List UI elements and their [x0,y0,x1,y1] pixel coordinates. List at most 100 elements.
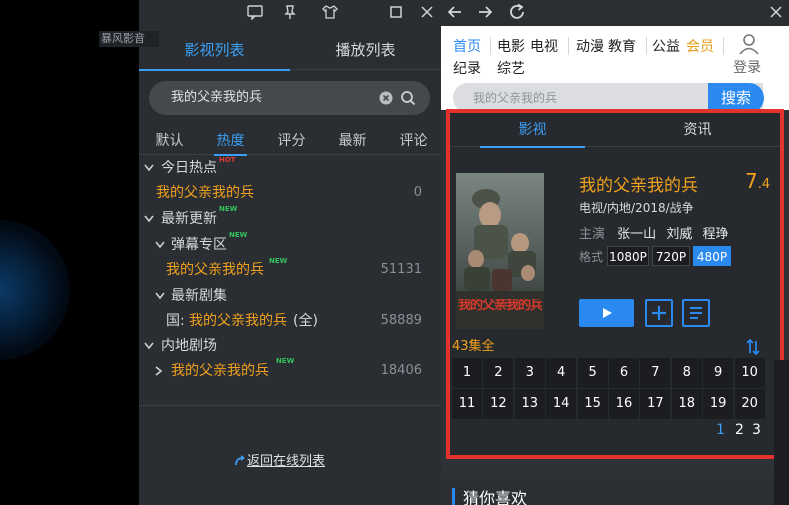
hot-badge: HOT [219,156,236,164]
scrollbar[interactable] [774,360,789,505]
episode-button[interactable]: 15 [577,389,608,419]
list-item-title: 我的父亲我的兵 [156,185,254,201]
nav-education[interactable]: 教育 [608,36,636,56]
episode-button[interactable]: 9 [703,358,734,388]
pin-icon[interactable] [281,4,299,20]
nav-separator [646,37,647,55]
nav-home[interactable]: 首页 [453,36,481,56]
video-player-area[interactable] [0,0,139,505]
episode-button[interactable]: 10 [734,358,765,388]
episode-button[interactable]: 6 [609,358,639,388]
list-item-count: 0 [413,185,422,200]
nav-documentary[interactable]: 纪录 [453,58,481,78]
nav-charity[interactable]: 公益 [652,36,680,56]
new-badge: NEW [276,357,295,365]
play-button[interactable] [579,299,634,327]
tree-label: 今日热点 [161,160,217,176]
tab-video[interactable]: 影视 [450,113,615,148]
format-1080p-button[interactable]: 1080P [607,246,649,266]
tab-play-list[interactable]: 播放列表 [290,30,441,70]
episode-button[interactable]: 11 [452,389,482,419]
cast-member[interactable]: 程琤 [702,227,728,242]
tree-node-mainland[interactable]: 内地剧场 [139,334,441,358]
page-3[interactable]: 3 [752,422,761,438]
chevron-down-icon [155,292,165,300]
skin-icon[interactable] [321,4,339,20]
search-icon[interactable] [400,90,416,106]
detail-list-button[interactable] [682,299,710,327]
list-item-count: 58889 [380,313,422,328]
episode-button[interactable]: 1 [452,358,482,388]
guess-you-like-section: 猜你喜欢 [441,479,789,505]
episode-button[interactable]: 18 [671,389,702,419]
close-icon[interactable] [418,4,436,20]
sort-default[interactable]: 默认 [139,127,200,155]
tree-node-newest-drama[interactable]: 最新剧集 [139,284,441,308]
clear-icon[interactable] [379,91,393,105]
episode-button[interactable]: 4 [546,358,577,388]
episode-button[interactable]: 5 [577,358,608,388]
list-item[interactable]: 我的父亲我的兵 NEW 18406 [139,357,441,383]
maximize-icon[interactable] [387,4,405,20]
cast-member[interactable]: 张一山 [617,227,656,242]
add-to-list-button[interactable] [645,299,673,327]
nav-separator [568,37,569,55]
movie-info: 电视/内地/2018/战争 [579,201,694,215]
message-icon[interactable] [246,4,264,20]
movie-poster[interactable]: 我的父亲我的兵 [456,173,544,329]
back-link-label: 返回在线列表 [247,454,326,469]
sort-latest[interactable]: 最新 [322,127,383,155]
forward-icon[interactable] [477,4,493,20]
list-item[interactable]: 我的父亲我的兵 NEW 51131 [139,257,441,282]
browser-toolbar [441,0,789,26]
episode-button[interactable]: 7 [640,358,671,388]
movie-cast: 主演 张一山 刘威 程琤 [579,223,728,242]
list-icon [690,307,702,319]
sort-order-icon[interactable] [746,339,760,355]
refresh-icon[interactable] [508,3,526,21]
format-480p-button[interactable]: 480P [693,246,731,266]
back-to-online-list-link[interactable]: 返回在线列表 [234,450,325,469]
episode-button[interactable]: 12 [483,389,514,419]
nav-movie[interactable]: 电影 [497,36,525,56]
episode-button[interactable]: 2 [483,358,514,388]
sort-rating[interactable]: 评分 [261,127,322,155]
tree-node-latest[interactable]: 最新更新 NEW [139,205,441,231]
tree-label: 最新剧集 [171,288,227,304]
list-item-prefix: 国: [166,313,185,329]
close-browser-icon[interactable] [768,4,784,20]
cast-member[interactable]: 刘威 [666,227,692,242]
episode-button[interactable]: 14 [546,389,577,419]
format-720p-button[interactable]: 720P [652,246,690,266]
nav-variety[interactable]: 综艺 [497,58,525,78]
movie-title[interactable]: 我的父亲我的兵 [579,171,698,196]
episode-button[interactable]: 20 [734,389,765,419]
page-2[interactable]: 2 [735,422,744,438]
episode-button[interactable]: 8 [671,358,702,388]
section-marker [452,488,455,505]
page-1[interactable]: 1 [716,422,725,438]
tab-video-list[interactable]: 影视列表 [139,30,290,71]
episode-button[interactable]: 3 [514,358,545,388]
nav-vip[interactable]: 会员 [686,36,714,56]
episode-button[interactable]: 19 [703,389,734,419]
list-item-count: 51131 [380,262,422,277]
sort-popularity[interactable]: 热度 [200,127,261,156]
nav-anime[interactable]: 动漫 [576,36,604,56]
episode-button[interactable]: 16 [609,389,639,419]
tab-news[interactable]: 资讯 [615,113,780,147]
score-integer: 7 [745,169,758,193]
list-item[interactable]: 国: 我的父亲我的兵 (全) 58889 [139,309,441,333]
search-input[interactable]: 我的父亲我的兵 [149,81,430,115]
tree-node-danmu[interactable]: 弹幕专区 NEW [139,231,441,257]
tree-node-today-hot[interactable]: 今日热点 HOT [139,156,441,180]
back-icon[interactable] [447,4,463,20]
sort-comments[interactable]: 评论 [383,127,444,155]
nav-tv[interactable]: 电视 [530,36,558,56]
tree-label: 最新更新 [161,211,217,227]
plus-icon [652,306,666,320]
episode-button[interactable]: 17 [640,389,671,419]
list-item[interactable]: 我的父亲我的兵 0 [139,181,441,205]
episode-button[interactable]: 13 [514,389,545,419]
login-button[interactable]: 登录 [731,33,771,76]
